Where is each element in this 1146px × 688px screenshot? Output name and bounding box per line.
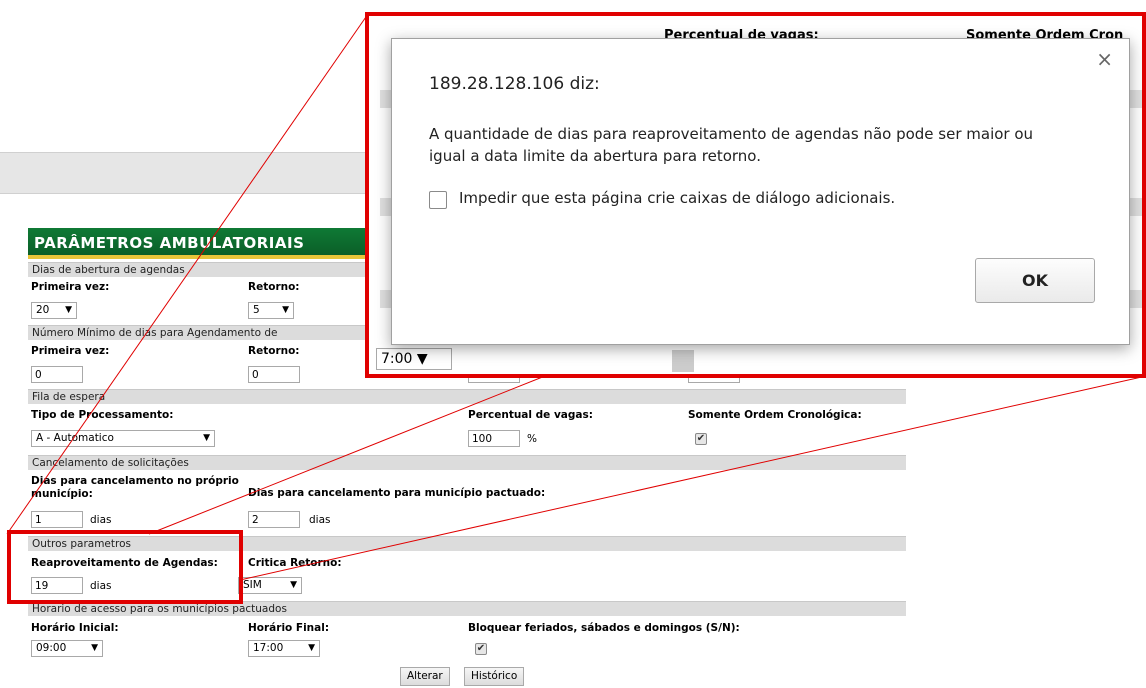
annotation-field-box [7, 530, 243, 604]
suppress-dialogs-label[interactable]: Impedir que esta página crie caixas de d… [459, 189, 895, 207]
ok-button[interactable]: OK [975, 258, 1095, 303]
close-icon[interactable]: × [1096, 47, 1113, 71]
annotation-line-3 [239, 375, 1146, 581]
suppress-dialogs-checkbox[interactable] [429, 191, 447, 209]
alert-dialog: × 189.28.128.106 diz: A quantidade de di… [391, 38, 1130, 345]
annotation-line-2 [148, 375, 546, 535]
dialog-message: A quantidade de dias para reaproveitamen… [429, 125, 1034, 165]
annotation-line-1 [6, 13, 369, 535]
dialog-host: 189.28.128.106 diz: [429, 74, 600, 94]
